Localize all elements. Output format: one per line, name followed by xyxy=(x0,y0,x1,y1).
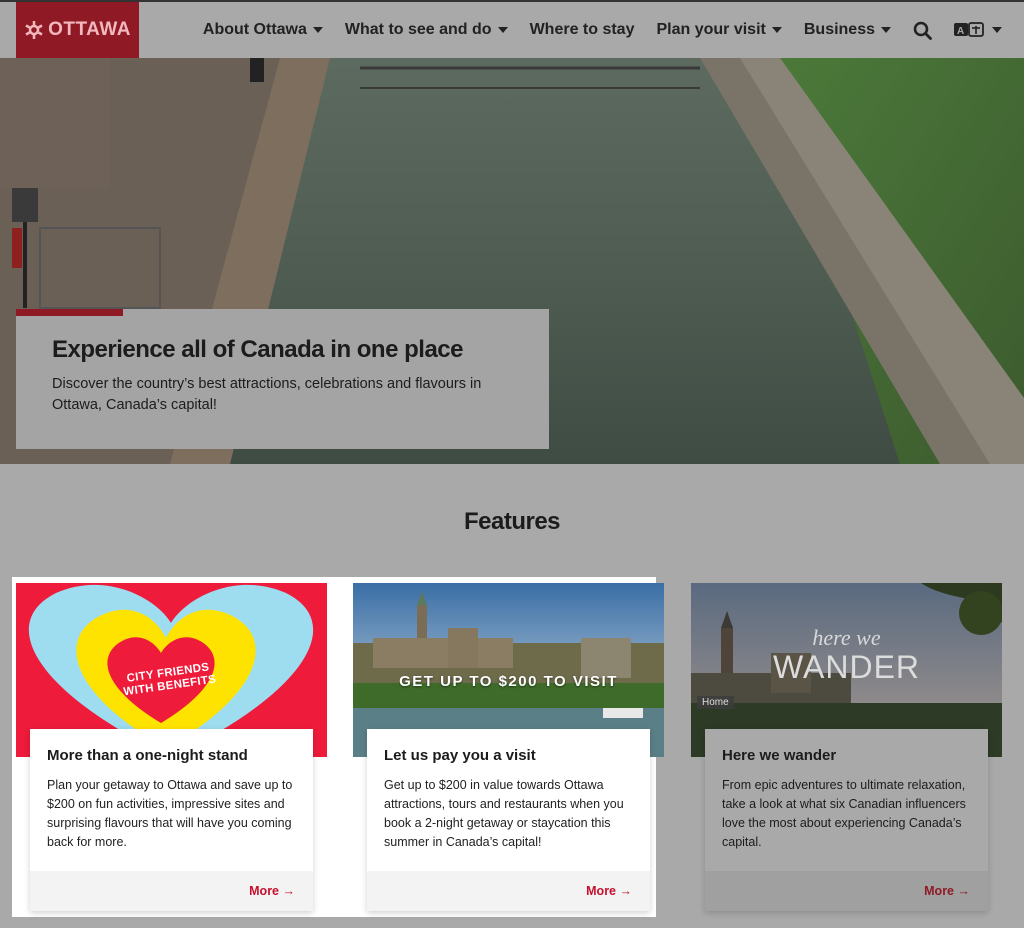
main-nav: About Ottawa What to see and do Where to… xyxy=(181,2,1002,58)
logo-text: OTTAWA xyxy=(48,19,131,40)
nav-what-to-see[interactable]: What to see and do xyxy=(345,21,508,39)
translate-icon: A xyxy=(954,22,984,37)
arrow-right-icon: → xyxy=(282,884,296,898)
svg-text:A: A xyxy=(957,26,964,37)
chevron-down-icon xyxy=(312,27,323,33)
search-icon xyxy=(913,21,932,40)
feature-footer: More → xyxy=(30,871,313,911)
features-heading: Features xyxy=(463,508,561,535)
feature-title: More than a one-night stand xyxy=(47,747,248,764)
chevron-down-icon xyxy=(497,27,508,33)
more-link[interactable]: More → xyxy=(249,884,295,898)
nav-plan-your-visit[interactable]: Plan your visit xyxy=(656,21,782,39)
more-label: More xyxy=(924,884,955,898)
feature-text: From epic adventures to ultimate relaxat… xyxy=(722,778,966,849)
nav-label: What to see and do xyxy=(344,21,492,38)
feature-text: Plan your getaway to Ottawa and save up … xyxy=(47,778,293,849)
maple-star-icon xyxy=(25,21,43,39)
hero-card: Experience all of Canada in one place Di… xyxy=(16,309,549,449)
search-button[interactable] xyxy=(913,21,932,40)
feature-image-caption-line2: WANDER xyxy=(772,649,921,685)
chevron-down-icon xyxy=(992,27,1002,33)
more-label: More xyxy=(249,884,280,898)
nav-label: Plan your visit xyxy=(656,21,766,38)
feature-card-body: More than a one-night stand Plan your ge… xyxy=(30,729,313,911)
chevron-down-icon xyxy=(771,27,782,33)
nav-where-to-stay[interactable]: Where to stay xyxy=(530,21,635,39)
more-link[interactable]: More → xyxy=(924,884,970,898)
language-button[interactable]: A xyxy=(954,22,1002,38)
hero-banner: Experience all of Canada in one place Di… xyxy=(0,58,1024,464)
ottawa-logo[interactable]: OTTAWA xyxy=(16,2,139,58)
feature-image-caption-line1: here we xyxy=(812,625,881,650)
feature-card-body: Let us pay you a visit Get up to $200 in… xyxy=(367,729,650,911)
feature-card-body: Here we wander From epic adventures to u… xyxy=(705,729,988,911)
nav-business[interactable]: Business xyxy=(804,21,891,39)
feature-card-pay-you-visit[interactable]: GET UP TO $200 TO VISIT Let us pay you a… xyxy=(353,583,664,913)
feature-footer: More → xyxy=(705,871,988,911)
home-badge: Home xyxy=(697,696,734,709)
feature-card-here-we-wander[interactable]: here we WANDER Home Here we wander From … xyxy=(691,583,1002,913)
feature-image-caption: GET UP TO $200 TO VISIT xyxy=(399,673,618,690)
feature-card-one-night-stand[interactable]: CITY FRIENDS WITH BENEFITS More than a o… xyxy=(16,583,327,913)
hero-accent-bar xyxy=(16,309,123,316)
nav-label: About Ottawa xyxy=(202,21,307,38)
more-link[interactable]: More → xyxy=(586,884,632,898)
nav-about-ottawa[interactable]: About Ottawa xyxy=(203,21,323,39)
hero-text: Discover the country’s best attractions,… xyxy=(52,376,482,413)
site-header: OTTAWA About Ottawa What to see and do W… xyxy=(0,0,1024,58)
feature-title: Here we wander xyxy=(722,747,837,764)
nav-label: Business xyxy=(803,21,875,38)
nav-label: Where to stay xyxy=(529,21,635,38)
hero-title: Experience all of Canada in one place xyxy=(52,336,463,363)
feature-title: Let us pay you a visit xyxy=(384,747,536,764)
feature-text: Get up to $200 in value towards Ottawa a… xyxy=(384,778,624,849)
more-label: More xyxy=(586,884,617,898)
feature-footer: More → xyxy=(367,871,650,911)
arrow-right-icon: → xyxy=(957,884,971,898)
chevron-down-icon xyxy=(881,27,891,33)
arrow-right-icon: → xyxy=(619,884,633,898)
